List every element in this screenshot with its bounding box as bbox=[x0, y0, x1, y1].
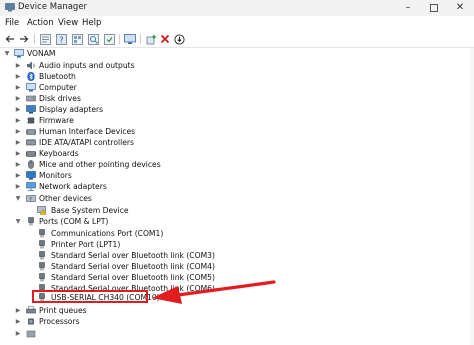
expand-chevron-icon[interactable]: ▶ bbox=[14, 126, 22, 137]
show-hidden-icon[interactable] bbox=[70, 32, 84, 46]
expand-chevron-icon[interactable]: ▶ bbox=[14, 60, 22, 71]
minimize-icon[interactable]: – bbox=[400, 2, 416, 14]
menu-help[interactable]: Help bbox=[82, 18, 101, 28]
properties-icon[interactable] bbox=[38, 32, 52, 46]
back-arrow-icon[interactable] bbox=[3, 32, 17, 46]
add-driver-icon[interactable] bbox=[144, 32, 158, 46]
toolbar: ? bbox=[0, 31, 474, 48]
network-icon bbox=[26, 182, 36, 191]
hid-icon bbox=[26, 129, 36, 135]
monitor-icon bbox=[26, 171, 36, 180]
tree-item-label: Network adapters bbox=[39, 182, 107, 191]
scan-hardware-icon[interactable] bbox=[86, 32, 100, 46]
tree-item-label: Base System Device bbox=[51, 206, 129, 215]
menu-action[interactable]: Action bbox=[27, 18, 54, 28]
maximize-icon[interactable] bbox=[426, 2, 442, 14]
unknown-device-icon: ? bbox=[26, 195, 36, 203]
svg-text:?: ? bbox=[59, 35, 63, 44]
expand-chevron-icon[interactable]: ▶ bbox=[14, 159, 22, 170]
menu-file[interactable]: File bbox=[5, 18, 19, 28]
expand-chevron-icon[interactable]: ▶ bbox=[14, 104, 22, 115]
tree-item-label: Audio inputs and outputs bbox=[39, 61, 135, 70]
update-driver-icon[interactable] bbox=[102, 32, 116, 46]
computer-root-icon bbox=[14, 49, 24, 58]
tree-item-label: Printer Port (LPT1) bbox=[51, 240, 121, 249]
computer-icon bbox=[26, 83, 36, 92]
toolbar-separator bbox=[34, 34, 35, 44]
tree-item-label: Mice and other pointing devices bbox=[39, 160, 161, 169]
controller-icon bbox=[26, 139, 36, 146]
annotation-arrow-icon bbox=[152, 280, 276, 304]
tree-item-label: Other devices bbox=[39, 194, 92, 203]
window-title: Device Manager bbox=[18, 2, 88, 12]
port-icon bbox=[39, 273, 45, 282]
tree-item-label: Processors bbox=[39, 317, 80, 326]
display-icon bbox=[26, 105, 36, 114]
expand-chevron-icon[interactable]: ▶ bbox=[14, 181, 22, 192]
tree-item-label: Computer bbox=[39, 83, 77, 92]
toolbar-separator bbox=[119, 34, 120, 44]
tree-item-label: Standard Serial over Bluetooth link (COM… bbox=[51, 251, 215, 260]
collapse-chevron-icon[interactable]: ▼ bbox=[3, 48, 11, 59]
tree-item-label: Print queues bbox=[39, 306, 87, 315]
mouse-icon bbox=[28, 160, 34, 169]
close-icon[interactable]: ✕ bbox=[452, 2, 468, 14]
keyboard-icon bbox=[26, 151, 36, 157]
partial-device-icon bbox=[26, 330, 36, 338]
expand-chevron-icon[interactable]: ▶ bbox=[14, 71, 22, 82]
tree-item-label: Ports (COM & LPT) bbox=[39, 217, 109, 226]
expand-chevron-icon[interactable]: ▶ bbox=[14, 93, 22, 104]
tree-item-label: Human Interface Devices bbox=[39, 127, 136, 136]
expand-chevron-icon[interactable]: ▶ bbox=[14, 82, 22, 93]
expand-chevron-icon: ▶ bbox=[15, 330, 21, 337]
collapse-chevron-icon[interactable]: ▼ bbox=[14, 193, 22, 204]
toolbar-separator bbox=[140, 34, 141, 44]
root-label: VONAM bbox=[27, 49, 56, 58]
port-icon bbox=[39, 240, 45, 249]
disable-device-icon[interactable] bbox=[172, 32, 186, 46]
tree-item-label: IDE ATA/ATAPI controllers bbox=[39, 138, 134, 147]
svg-text:?: ? bbox=[29, 197, 32, 203]
collapse-chevron-icon[interactable]: ▼ bbox=[14, 216, 22, 227]
tree-item-label: Bluetooth bbox=[39, 72, 76, 81]
chip-icon bbox=[27, 117, 35, 124]
tree-item-label: Firmware bbox=[39, 116, 74, 125]
menu-bar: File Action View Help bbox=[0, 16, 474, 31]
menu-view[interactable]: View bbox=[58, 18, 78, 28]
uninstall-icon[interactable] bbox=[158, 32, 172, 46]
expand-chevron-icon[interactable]: ▶ bbox=[14, 137, 22, 148]
tree-item-label: Monitors bbox=[39, 171, 72, 180]
tree-item-label: Communications Port (COM1) bbox=[51, 229, 164, 238]
device-manager-icon bbox=[5, 3, 15, 12]
scrollbar[interactable] bbox=[470, 48, 474, 345]
monitor-toolbar-icon[interactable] bbox=[123, 32, 137, 46]
expand-chevron-icon[interactable]: ▶ bbox=[14, 305, 22, 316]
expand-chevron-icon[interactable]: ▶ bbox=[14, 115, 22, 126]
processor-icon bbox=[28, 318, 34, 325]
highlight-box bbox=[32, 290, 148, 303]
tree-item-label: Disk drives bbox=[39, 94, 81, 103]
port-icon bbox=[39, 229, 45, 238]
port-icon bbox=[39, 251, 45, 260]
printer-icon bbox=[26, 306, 36, 314]
title-bar: Device Manager – ✕ bbox=[0, 0, 474, 16]
expand-chevron-icon[interactable]: ▶ bbox=[14, 170, 22, 181]
help-icon[interactable]: ? bbox=[54, 32, 68, 46]
expand-chevron-icon[interactable]: ▶ bbox=[14, 316, 22, 327]
speaker-icon bbox=[27, 61, 35, 70]
expand-chevron-icon[interactable]: ▶ bbox=[14, 148, 22, 159]
port-icon bbox=[39, 262, 45, 271]
port-icon bbox=[28, 217, 34, 226]
tree-item-label: Keyboards bbox=[39, 149, 79, 158]
disk-icon bbox=[26, 95, 36, 102]
bluetooth-icon bbox=[27, 72, 35, 81]
tree-item-label: Display adapters bbox=[39, 105, 104, 114]
warning-device-icon bbox=[37, 206, 47, 215]
tree-item-label: Standard Serial over Bluetooth link (COM… bbox=[51, 262, 215, 271]
forward-arrow-icon[interactable] bbox=[17, 32, 31, 46]
